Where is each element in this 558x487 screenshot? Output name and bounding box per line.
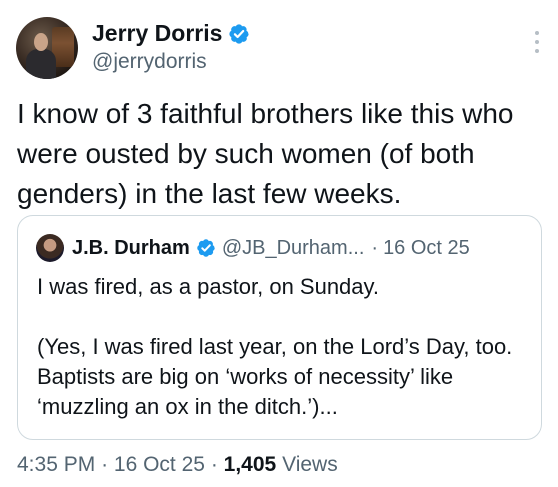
more-dot [535,40,539,44]
quoted-tweet[interactable]: J.B. Durham @JB_Durham... · 16 Oct 25 I … [17,215,542,440]
tweet-date[interactable]: 16 Oct 25 [114,453,205,476]
quoted-paragraph-1: I was fired, as a pastor, on Sunday. [37,274,380,299]
quoted-author-handle: @JB_Durham... [221,236,365,259]
quoted-separator: · [371,236,379,259]
verified-badge-icon [197,239,215,257]
more-vertical-icon[interactable] [534,31,540,53]
views-label: Views [282,453,338,476]
quoted-tweet-text: I was fired, as a pastor, on Sunday. (Ye… [37,272,527,422]
tweet-meta: 4:35 PM · 16 Oct 25 · 1,405 Views [17,453,338,477]
author-handle[interactable]: @jerrydorris [92,50,207,74]
author-display-name[interactable]: Jerry Dorris [92,20,222,47]
quoted-date: 16 Oct 25 [383,236,470,259]
meta-separator: · [210,453,218,476]
avatar-body [26,49,56,79]
avatar-face [34,33,48,51]
more-dot [535,49,539,53]
verified-badge-icon [229,23,250,44]
quoted-paragraph-2: (Yes, I was fired last year, on the Lord… [37,334,513,419]
tweet-text: I know of 3 faithful brothers like this … [17,98,514,209]
views-count: 1,405 [223,453,277,476]
tweet-time[interactable]: 4:35 PM [17,453,95,476]
author-name-row: Jerry Dorris [92,20,250,47]
quoted-tweet-header: J.B. Durham @JB_Durham... · 16 Oct 25 [36,234,470,262]
tweet: Jerry Dorris @jerrydorris I know of 3 fa… [0,0,558,487]
quoted-author-display-name: J.B. Durham [72,236,190,259]
meta-separator: · [101,453,109,476]
quoted-author-avatar [36,234,64,262]
more-dot [535,31,539,35]
author-avatar[interactable] [16,17,78,79]
